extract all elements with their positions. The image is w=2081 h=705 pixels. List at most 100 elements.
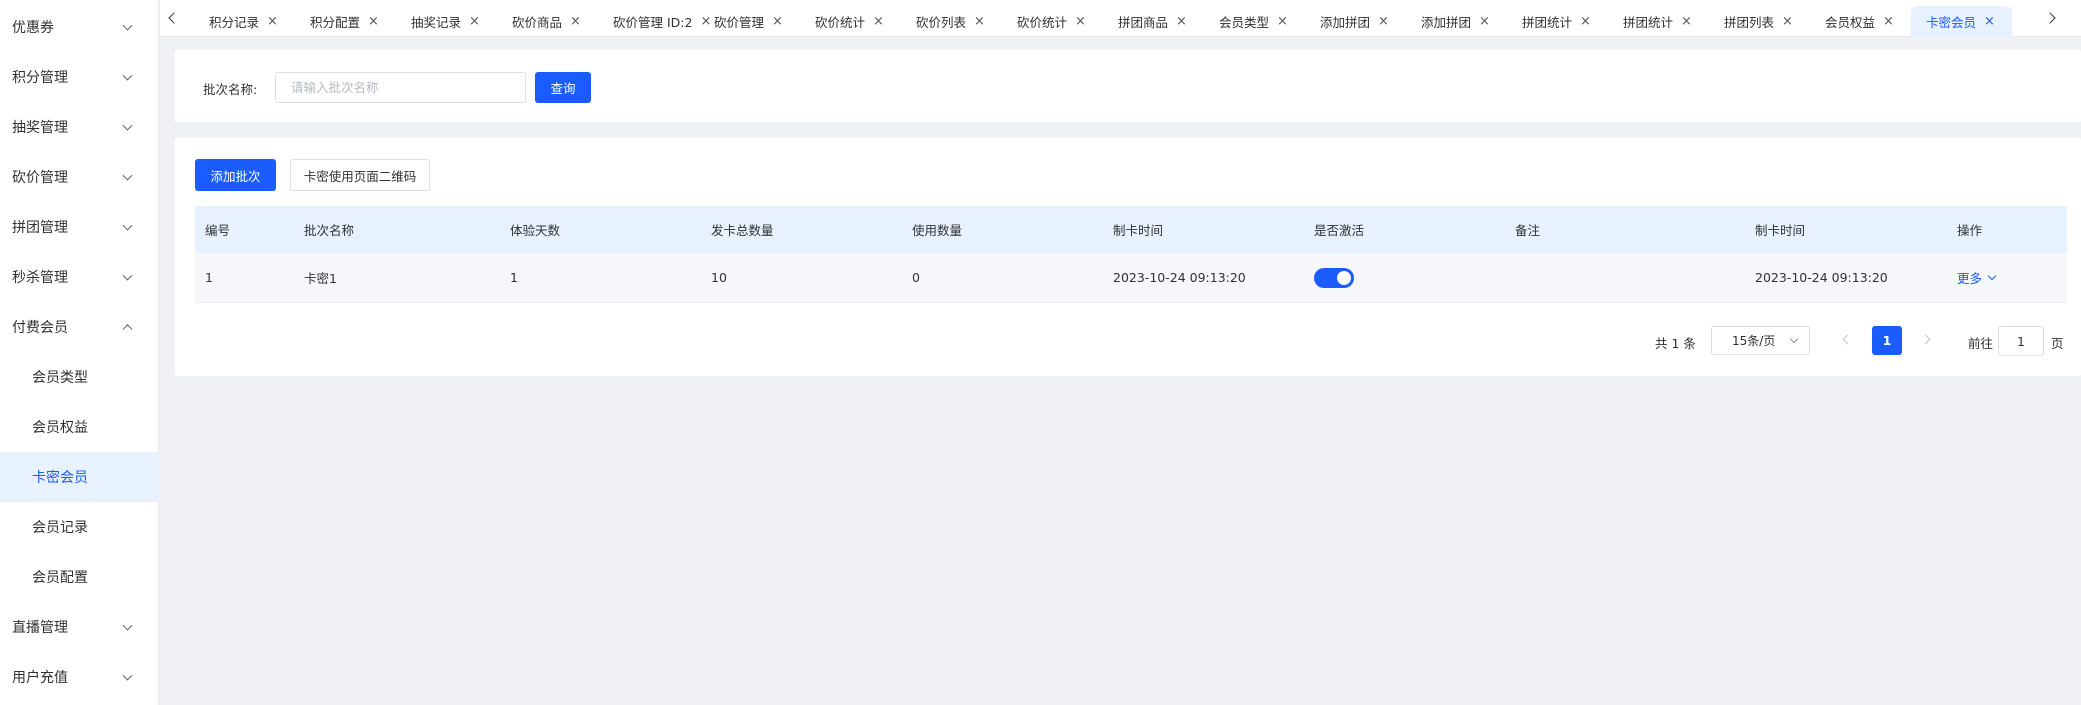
- tab-label: 砍价统计: [1017, 15, 1068, 30]
- sidebar-subitem-member-config[interactable]: 会员配置: [0, 552, 159, 602]
- tab-item[interactable]: 积分记录 ×: [194, 6, 295, 37]
- close-icon[interactable]: ×: [1984, 15, 1995, 28]
- close-icon[interactable]: ×: [1782, 15, 1793, 28]
- table-header: 编号 批次名称 体验天数 发卡总数量 使用数量 制卡时间 是否激活 备注 制卡时…: [195, 206, 2067, 253]
- next-page-icon[interactable]: [1920, 333, 1934, 347]
- close-icon[interactable]: ×: [1681, 15, 1692, 28]
- tab-item[interactable]: 会员类型 ×: [1204, 6, 1305, 37]
- chevron-down-icon: [122, 20, 133, 31]
- tab-item[interactable]: 拼团商品 ×: [1103, 6, 1204, 37]
- tab-label: 卡密会员: [1926, 15, 1977, 30]
- sidebar-item-label: 付费会员: [12, 320, 68, 336]
- tab-item[interactable]: 砍价管理 ID:2 ×: [598, 6, 711, 37]
- tab-item[interactable]: 积分配置 ×: [295, 6, 396, 37]
- close-icon[interactable]: ×: [1479, 15, 1490, 28]
- sidebar-item-label: 优惠券: [12, 20, 54, 36]
- close-icon[interactable]: ×: [267, 15, 278, 28]
- tab-label: 添加拼团: [1421, 15, 1472, 30]
- chevron-down-icon: [122, 120, 133, 131]
- column-header: 制卡时间: [1113, 223, 1164, 238]
- column-header: 是否激活: [1314, 223, 1365, 238]
- tab-label: 积分记录: [209, 15, 260, 30]
- close-icon[interactable]: ×: [570, 15, 581, 28]
- tab-item[interactable]: 拼团统计 ×: [1608, 6, 1709, 37]
- query-button[interactable]: 查询: [535, 72, 591, 103]
- chevron-right-icon[interactable]: [2043, 8, 2063, 28]
- tab-item[interactable]: 卡密会员 ×: [1911, 6, 2012, 37]
- add-batch-button[interactable]: 添加批次: [195, 159, 276, 191]
- tab-item[interactable]: 砍价统计 ×: [1002, 6, 1103, 37]
- tab-item[interactable]: 砍价商品 ×: [497, 6, 598, 37]
- sidebar-item-label: 拼团管理: [12, 220, 68, 236]
- column-header: 备注: [1515, 223, 1541, 238]
- tab-label: 砍价管理: [714, 15, 765, 30]
- sidebar: 优惠券 积分管理 抽奖管理 砍价管理 拼团管理 秒杀管理 付费会员 会员类型 会…: [0, 0, 159, 705]
- close-icon[interactable]: ×: [1580, 15, 1591, 28]
- column-header: 使用数量: [912, 223, 963, 238]
- page-unit-label: 页: [2051, 336, 2064, 351]
- tab-label: 积分配置: [310, 15, 361, 30]
- tab-item[interactable]: 拼团列表 ×: [1709, 6, 1810, 37]
- close-icon[interactable]: ×: [772, 15, 783, 28]
- cell-total-cards: 10: [711, 270, 727, 285]
- sidebar-item-bargain[interactable]: 砍价管理: [0, 152, 159, 202]
- close-icon[interactable]: ×: [368, 15, 379, 28]
- page-number-current[interactable]: 1: [1872, 326, 1902, 355]
- goto-page-input[interactable]: [1998, 326, 2044, 356]
- tab-item[interactable]: 砍价管理 ×: [699, 6, 800, 37]
- tab-item[interactable]: 抽奖记录 ×: [396, 6, 497, 37]
- sidebar-item-coupons[interactable]: 优惠券: [0, 2, 159, 52]
- tab-label: 拼团列表: [1724, 15, 1775, 30]
- prev-page-icon[interactable]: [1840, 333, 1854, 347]
- sidebar-item-live[interactable]: 直播管理: [0, 602, 159, 652]
- batch-name-input[interactable]: [275, 72, 526, 103]
- close-icon[interactable]: ×: [1378, 15, 1389, 28]
- tab-label: 添加拼团: [1320, 15, 1371, 30]
- sidebar-item-group-buy[interactable]: 拼团管理: [0, 202, 159, 252]
- tab-label: 砍价统计: [815, 15, 866, 30]
- page-size-value: 15条/页: [1732, 334, 1776, 348]
- qrcode-button[interactable]: 卡密使用页面二维码: [290, 159, 430, 191]
- sidebar-subitem-member-benefits[interactable]: 会员权益: [0, 402, 159, 452]
- close-icon[interactable]: ×: [873, 15, 884, 28]
- sidebar-item-label: 用户充值: [12, 670, 68, 686]
- tab-label: 砍价列表: [916, 15, 967, 30]
- sidebar-subitem-label: 会员配置: [32, 570, 88, 586]
- tab-item[interactable]: 添加拼团 ×: [1406, 6, 1507, 37]
- sidebar-item-label: 直播管理: [12, 620, 68, 636]
- sidebar-item-points[interactable]: 积分管理: [0, 52, 159, 102]
- sidebar-subitem-label: 会员类型: [32, 370, 88, 386]
- tab-item[interactable]: 会员权益 ×: [1810, 6, 1911, 37]
- close-icon[interactable]: ×: [1176, 15, 1187, 28]
- sidebar-subitem-card-member[interactable]: 卡密会员: [0, 452, 159, 502]
- close-icon[interactable]: ×: [469, 15, 480, 28]
- chevron-left-icon[interactable]: [164, 8, 184, 28]
- cell-active: [1314, 253, 1354, 302]
- chevron-down-icon: [122, 670, 133, 681]
- sidebar-item-lottery[interactable]: 抽奖管理: [0, 102, 159, 152]
- column-header: 编号: [205, 223, 231, 238]
- tab-item[interactable]: 砍价列表 ×: [901, 6, 1002, 37]
- sidebar-subitem-member-records[interactable]: 会员记录: [0, 502, 159, 552]
- column-header: 体验天数: [510, 223, 561, 238]
- sidebar-subitem-label: 会员记录: [32, 520, 88, 536]
- active-toggle[interactable]: [1314, 267, 1354, 288]
- close-icon[interactable]: ×: [1883, 15, 1894, 28]
- tab-item[interactable]: 添加拼团 ×: [1305, 6, 1406, 37]
- sidebar-item-recharge[interactable]: 用户充值: [0, 652, 159, 702]
- sidebar-item-flash-sale[interactable]: 秒杀管理: [0, 252, 159, 302]
- sidebar-subitem-member-type[interactable]: 会员类型: [0, 352, 159, 402]
- close-icon[interactable]: ×: [1277, 15, 1288, 28]
- tab-item[interactable]: 拼团统计 ×: [1507, 6, 1608, 37]
- close-icon[interactable]: ×: [974, 15, 985, 28]
- table-row: 1 卡密1 1 10 0 2023-10-24 09:13:20 2023-10…: [195, 253, 2067, 303]
- sidebar-subitem-label: 会员权益: [32, 420, 88, 436]
- page-size-select[interactable]: 15条/页: [1711, 326, 1810, 355]
- sidebar-item-paid-membership[interactable]: 付费会员: [0, 302, 159, 352]
- more-actions-link[interactable]: 更多: [1957, 268, 1997, 287]
- table-panel: 添加批次 卡密使用页面二维码 编号 批次名称 体验天数 发卡总数量 使用数量 制…: [175, 138, 2081, 376]
- tab-item[interactable]: 砍价统计 ×: [800, 6, 901, 37]
- close-icon[interactable]: ×: [1075, 15, 1086, 28]
- chevron-down-icon: [122, 170, 133, 181]
- tab-label: 会员类型: [1219, 15, 1270, 30]
